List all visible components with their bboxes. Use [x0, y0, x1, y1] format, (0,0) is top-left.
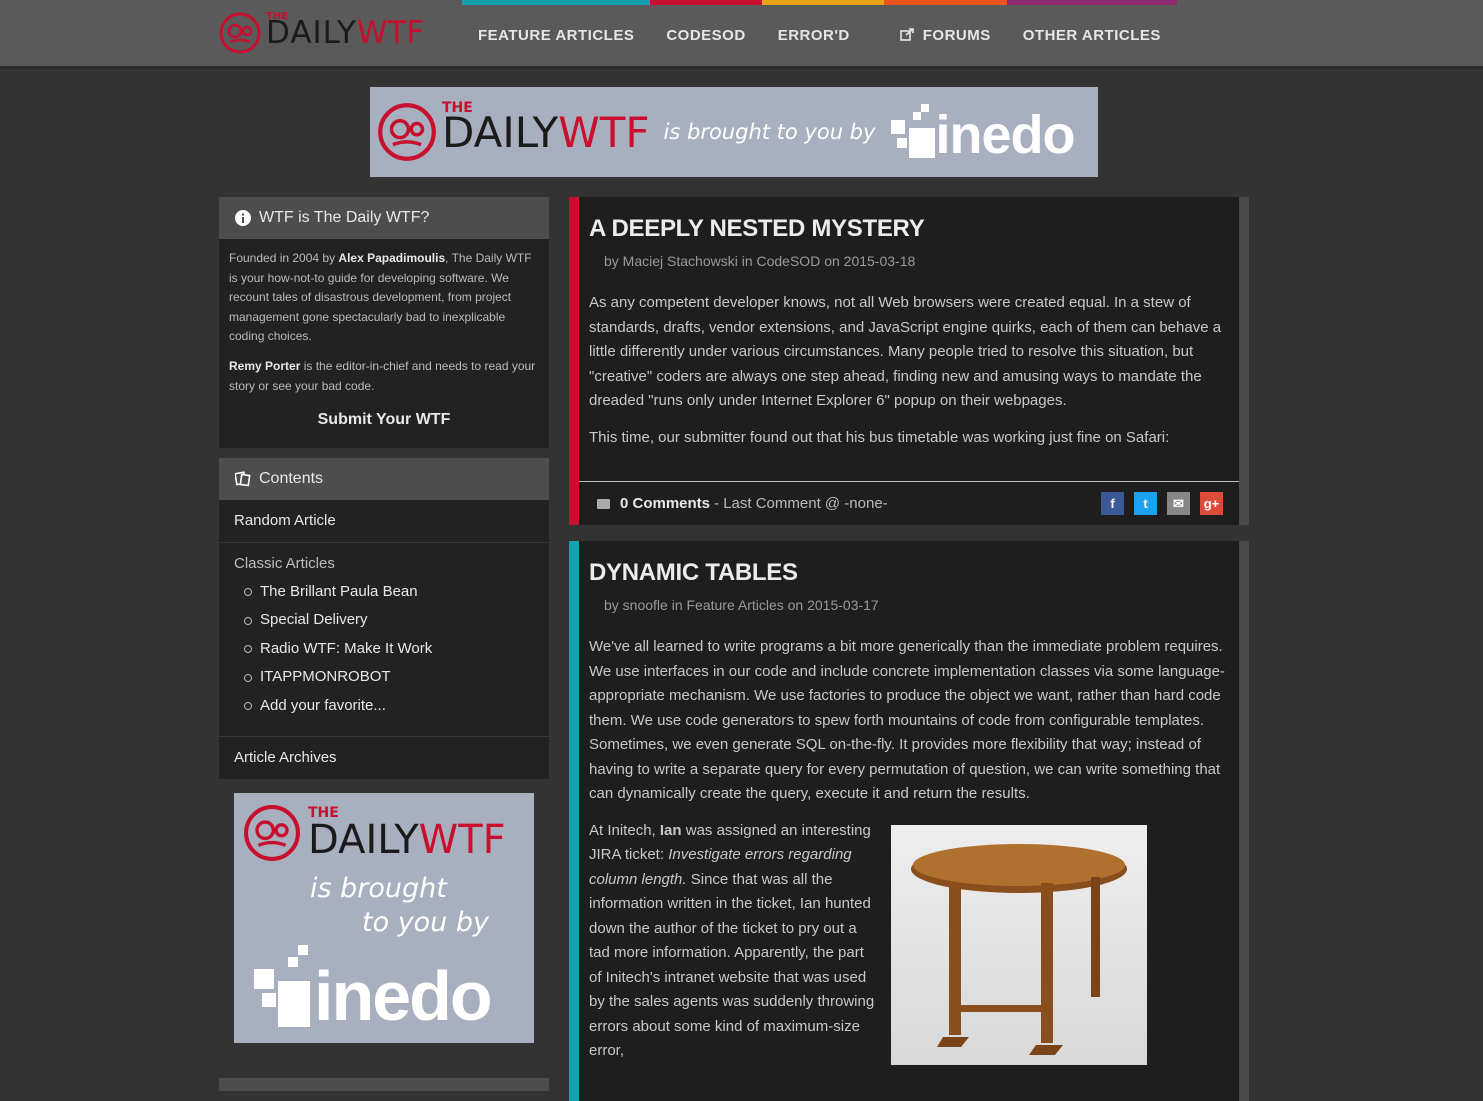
nav-feature-articles[interactable]: FEATURE ARTICLES — [462, 0, 651, 66]
googleplus-share-icon[interactable]: g+ — [1200, 492, 1223, 515]
article-card: DYNAMIC TABLES by snoofle in Feature Art… — [569, 541, 1249, 1101]
wtf-face-logo-icon — [219, 12, 261, 54]
logo-wordmark: THE DAILYWTF — [266, 11, 425, 51]
classic-link-special-delivery[interactable]: Special Delivery — [260, 606, 368, 635]
bullet-icon — [244, 588, 252, 596]
article-body: We've all learned to write programs a bi… — [589, 635, 1229, 1076]
main-nav: FEATURE ARTICLES CODESOD ERROR'D FORUMS … — [462, 0, 1177, 66]
classic-link-paula-bean[interactable]: The Brillant Paula Bean — [260, 578, 418, 607]
article-paragraph: At Initech, Ian was assigned an interest… — [589, 819, 879, 1064]
archives-row: Article Archives — [219, 737, 549, 779]
ad-inedo-wordmark: inedo — [314, 957, 493, 1036]
contents-box: Contents Random Article Classic Articles… — [219, 457, 549, 780]
list-item: Special Delivery — [244, 606, 534, 635]
ad-daily: DAILY — [308, 817, 419, 864]
text-run: Since that was all the information writt… — [589, 870, 875, 1060]
name-emphasis: Ian — [659, 821, 682, 839]
bullet-icon — [244, 673, 252, 682]
submit-wtf-link[interactable]: Submit Your WTF — [229, 410, 539, 430]
article-title[interactable]: A DEEPLY NESTED MYSTERY — [589, 197, 1229, 243]
classic-link-add-favorite[interactable]: Add your favorite... — [260, 692, 386, 721]
about-header: WTF is The Daily WTF? — [219, 197, 549, 239]
nav-codesod[interactable]: CODESOD — [650, 0, 762, 66]
logo-the: THE — [266, 11, 289, 22]
drop-leaf-table-image — [891, 824, 1147, 1065]
contents-icon — [235, 471, 251, 487]
text-run: At Initech, — [589, 821, 660, 839]
table-illustration — [911, 843, 1127, 1055]
author-link[interactable]: Alex Papadimoulis — [338, 251, 445, 265]
list-item: The Brillant Paula Bean — [244, 578, 534, 607]
ad-brought-line1: is brought — [310, 873, 447, 905]
facebook-share-icon[interactable]: f — [1101, 492, 1124, 515]
ad-brought-line2: to you by — [362, 907, 489, 939]
sidebar-next-box — [219, 1078, 549, 1091]
classic-articles-title: Classic Articles — [234, 554, 335, 572]
banner-the: THE — [442, 99, 473, 116]
nav-forums[interactable]: FORUMS — [883, 0, 1007, 66]
classic-link-itappmonrobot[interactable]: ITAPPMONROBOT — [260, 663, 391, 692]
nav-forums-label: FORUMS — [922, 27, 991, 44]
inedo-logo: inedo — [891, 104, 1075, 165]
wtf-face-logo-icon — [244, 805, 300, 862]
article-float-section: At Initech, Ian was assigned an interest… — [589, 819, 1229, 1076]
classic-link-radio-wtf[interactable]: Radio WTF: Make It Work — [260, 635, 432, 664]
article-title[interactable]: DYNAMIC TABLES — [589, 541, 1229, 587]
ad-wtf: WTF — [418, 817, 506, 864]
bullet-icon — [244, 702, 252, 710]
about-title: WTF is The Daily WTF? — [259, 209, 430, 226]
article-meta: by snoofle in Feature Articles on 2015-0… — [604, 597, 879, 613]
comments-link[interactable]: 0 Comments — [620, 495, 710, 512]
sponsor-banner[interactable]: THE DAILYWTF is brought to you by inedo — [370, 87, 1098, 177]
article-card: A DEEPLY NESTED MYSTERY by Maciej Stacho… — [569, 197, 1249, 525]
about-p1-pre: Founded in 2004 by — [229, 251, 339, 265]
banner-wordmark: THE DAILYWTF — [442, 100, 650, 157]
article-paragraph: This time, our submitter found out that … — [589, 428, 1170, 446]
list-item: Radio WTF: Make It Work — [244, 635, 534, 664]
bullet-icon — [244, 645, 252, 653]
logo-wtf: WTF — [356, 15, 425, 51]
comment-icon — [597, 498, 610, 509]
article-paragraph: As any competent developer knows, not al… — [589, 294, 1222, 409]
bullet-icon — [244, 616, 252, 625]
nav-other-articles[interactable]: OTHER ARTICLES — [1006, 0, 1177, 66]
classic-articles-list: The Brillant Paula Bean Special Delivery… — [234, 578, 534, 721]
classic-articles-section: Classic Articles The Brillant Paula Bean… — [219, 543, 549, 738]
info-icon — [235, 210, 251, 226]
external-link-icon — [899, 27, 915, 44]
list-item: Add your favorite... — [244, 692, 534, 721]
banner-brought-text: is brought to you by — [663, 120, 876, 144]
banner-wtf: WTF — [558, 107, 650, 157]
list-item: ITAPPMONROBOT — [244, 663, 534, 692]
nav-errord[interactable]: ERROR'D — [761, 0, 884, 66]
article-footer: 0 Comments - Last Comment @ -none- f t ✉… — [579, 481, 1239, 525]
site-logo[interactable]: THE DAILYWTF — [218, 8, 438, 58]
top-navigation-bar: THE DAILYWTF FEATURE ARTICLES CODESOD ER… — [0, 0, 1483, 69]
about-text: Founded in 2004 by Alex Papadimoulis, Th… — [219, 239, 549, 448]
contents-header: Contents — [219, 457, 549, 500]
inedo-blocks-icon — [254, 945, 310, 1028]
wtf-face-logo-icon — [378, 103, 436, 161]
sidebar: WTF is The Daily WTF? Founded in 2004 by… — [219, 197, 549, 1044]
inedo-blocks-icon — [891, 104, 936, 158]
ad-wordmark: DAILYWTF — [308, 817, 506, 863]
contents-body: Random Article Classic Articles The Bril… — [219, 500, 549, 780]
twitter-share-icon[interactable]: t — [1134, 492, 1157, 515]
email-share-icon[interactable]: ✉ — [1167, 492, 1190, 515]
article-body: As any competent developer knows, not al… — [589, 291, 1229, 450]
random-article-link[interactable]: Random Article — [234, 512, 336, 529]
about-box: WTF is The Daily WTF? Founded in 2004 by… — [219, 197, 549, 448]
article-archives-link[interactable]: Article Archives — [234, 749, 337, 766]
inedo-wordmark: inedo — [935, 105, 1075, 165]
random-article-row: Random Article — [219, 500, 549, 543]
share-buttons: f t ✉ g+ — [1101, 492, 1223, 515]
last-comment-text: - Last Comment @ -none- — [714, 495, 888, 512]
article-paragraph: We've all learned to write programs a bi… — [589, 638, 1225, 802]
contents-title: Contents — [259, 469, 324, 487]
ad-inedo-logo: inedo — [254, 945, 493, 1036]
article-meta: by Maciej Stachowski in CodeSOD on 2015-… — [604, 253, 916, 269]
editor-link[interactable]: Remy Porter — [229, 359, 300, 373]
sidebar-sponsor-ad[interactable]: THE DAILYWTF is brought to you by inedo — [234, 793, 534, 1044]
